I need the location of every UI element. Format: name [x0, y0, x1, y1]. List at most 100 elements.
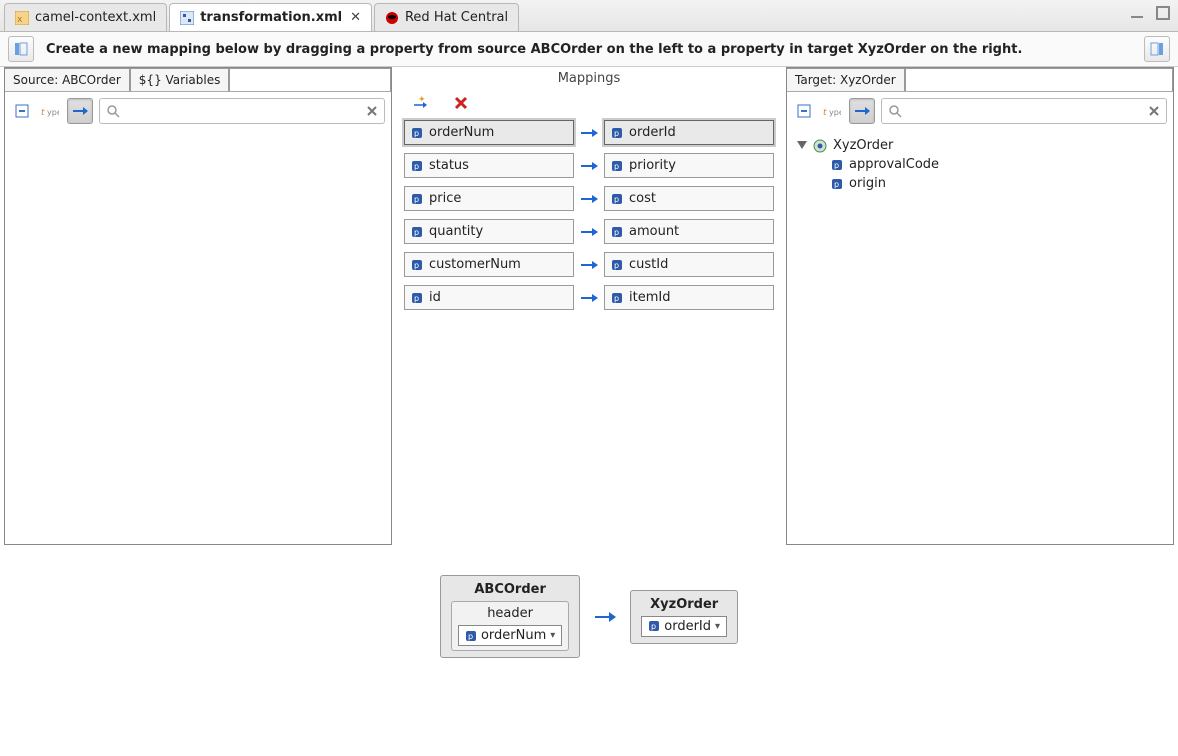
svg-text:p: p: [468, 632, 473, 641]
layout-left-button[interactable]: [8, 36, 34, 62]
target-search-input[interactable]: [902, 103, 1148, 119]
close-icon[interactable]: ✕: [348, 10, 361, 25]
mapping-target-cell[interactable]: pcustId: [604, 252, 774, 277]
arrow-right-icon: [580, 225, 598, 239]
detail-source-field[interactable]: p orderNum ▾: [458, 625, 562, 646]
property-icon: p: [831, 159, 843, 171]
delete-mapping-button[interactable]: [450, 92, 472, 114]
minimize-button[interactable]: [1130, 6, 1144, 20]
dropdown-icon[interactable]: ▾: [550, 630, 555, 641]
transform-file-icon: [180, 11, 194, 25]
hint-text: Create a new mapping below by dragging a…: [34, 40, 1144, 59]
tab-camel-context[interactable]: x camel-context.xml: [4, 3, 167, 31]
mapping-source-cell[interactable]: pstatus: [404, 153, 574, 178]
maximize-button[interactable]: [1156, 6, 1170, 20]
collapse-all-button[interactable]: [11, 100, 33, 122]
mapping-target-cell[interactable]: pitemId: [604, 285, 774, 310]
mapped-icon: [72, 104, 88, 118]
detail-target-root: XyzOrder: [650, 597, 718, 612]
svg-text:p: p: [414, 129, 419, 138]
clear-icon[interactable]: [1148, 105, 1160, 117]
property-icon: p: [648, 620, 660, 632]
svg-text:p: p: [651, 622, 656, 631]
source-search[interactable]: [99, 98, 385, 124]
mapping-target-cell[interactable]: porderId: [604, 120, 774, 145]
show-mapped-button[interactable]: [849, 98, 875, 124]
collapse-all-button[interactable]: [793, 100, 815, 122]
source-panel-header: Source: ABCOrder ${} Variables: [5, 68, 391, 92]
delete-icon: [454, 96, 468, 110]
mapping-row[interactable]: pquantitypamount: [404, 219, 774, 244]
tab-label: camel-context.xml: [35, 10, 156, 25]
mapping-target-cell[interactable]: pcost: [604, 186, 774, 211]
property-icon: p: [411, 193, 423, 205]
svg-text:p: p: [614, 129, 619, 138]
source-title-tab[interactable]: Source: ABCOrder: [5, 68, 130, 91]
class-icon: [813, 139, 827, 153]
collapse-all-icon: [796, 103, 812, 119]
mapping-row[interactable]: pstatusppriority: [404, 153, 774, 178]
editor-tab-bar: x camel-context.xml transformation.xml ✕…: [0, 0, 1178, 32]
mapping-source-cell[interactable]: pid: [404, 285, 574, 310]
tree-item[interactable]: p origin: [797, 174, 1163, 193]
clear-icon[interactable]: [366, 105, 378, 117]
show-mapped-button[interactable]: [67, 98, 93, 124]
types-icon: type: [41, 104, 59, 118]
expand-toggle-icon[interactable]: [797, 141, 807, 151]
tab-transformation[interactable]: transformation.xml ✕: [169, 3, 372, 31]
mapping-target-cell[interactable]: ppriority: [604, 153, 774, 178]
source-tree[interactable]: [5, 130, 391, 142]
mapping-source-cell[interactable]: p quantity: [404, 219, 574, 244]
filter-types-button[interactable]: type: [821, 100, 843, 122]
mapping-source-cell[interactable]: porderNum: [404, 120, 574, 145]
svg-text:p: p: [414, 228, 419, 237]
target-title-tab[interactable]: Target: XyzOrder: [787, 68, 905, 91]
mapping-row[interactable]: p customerNum pcustId: [404, 252, 774, 277]
svg-text:p: p: [614, 162, 619, 171]
property-icon: p: [831, 178, 843, 190]
source-panel: Source: ABCOrder ${} Variables type: [4, 67, 392, 545]
tree-item-label: origin: [849, 176, 886, 191]
add-mapping-button[interactable]: ✦: [410, 92, 432, 114]
property-icon: p: [411, 292, 423, 304]
redhat-icon: [385, 11, 399, 25]
workspace: Source: ABCOrder ${} Variables type Mapp…: [0, 67, 1178, 545]
source-search-input[interactable]: [120, 103, 366, 119]
layout-right-button[interactable]: [1144, 36, 1170, 62]
mapping-source-cell[interactable]: pprice: [404, 186, 574, 211]
filter-types-button[interactable]: type: [39, 100, 61, 122]
layout-icon: [14, 42, 28, 56]
tree-root-row[interactable]: XyzOrder: [797, 136, 1163, 155]
mapping-source-label: price: [429, 191, 461, 206]
mapping-row[interactable]: porderNum porderId: [404, 120, 774, 145]
tab-redhat-central[interactable]: Red Hat Central: [374, 3, 519, 31]
mapping-target-label: amount: [629, 224, 679, 239]
add-mapping-icon: ✦: [413, 96, 429, 110]
detail-target-box[interactable]: XyzOrder p orderId ▾: [630, 590, 738, 644]
mapping-source-cell[interactable]: p customerNum: [404, 252, 574, 277]
mapping-source-label: quantity: [429, 224, 483, 239]
window-controls: [1130, 6, 1170, 20]
dropdown-icon[interactable]: ▾: [715, 621, 720, 632]
svg-text:p: p: [614, 294, 619, 303]
detail-source-box[interactable]: ABCOrder header p orderNum ▾: [440, 575, 580, 658]
mapping-target-cell[interactable]: pamount: [604, 219, 774, 244]
detail-target-field-label: orderId: [664, 619, 711, 634]
mapping-source-label: customerNum: [429, 257, 521, 272]
svg-text:p: p: [834, 180, 839, 189]
property-icon: p: [611, 226, 623, 238]
target-tree[interactable]: XyzOrder p approvalCode p origin: [787, 130, 1173, 199]
detail-target-field[interactable]: p orderId ▾: [641, 616, 727, 637]
svg-text:t: t: [823, 108, 827, 118]
variables-tab[interactable]: ${} Variables: [130, 68, 230, 91]
tree-item[interactable]: p approvalCode: [797, 155, 1163, 174]
property-icon: p: [611, 292, 623, 304]
mapping-row[interactable]: pprice pcost: [404, 186, 774, 211]
layout-icon: [1150, 42, 1164, 56]
target-search[interactable]: [881, 98, 1167, 124]
mapping-source-label: status: [429, 158, 469, 173]
svg-text:p: p: [414, 261, 419, 270]
mapping-row[interactable]: pid pitemId: [404, 285, 774, 310]
arrow-right-icon: [580, 258, 598, 272]
property-icon: p: [611, 259, 623, 271]
